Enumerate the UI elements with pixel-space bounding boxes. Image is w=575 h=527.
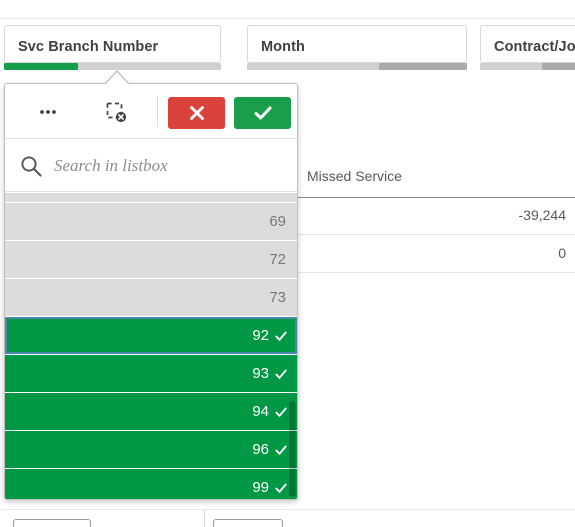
list-item-value: 73 bbox=[269, 289, 286, 306]
list-item[interactable]: 92 bbox=[5, 317, 297, 354]
filter-pane-svc-branch-number[interactable]: Svc Branch Number bbox=[4, 25, 221, 63]
list-item[interactable]: 94 bbox=[5, 393, 297, 430]
table-cell-missed-service: 0 bbox=[558, 245, 566, 261]
list-item[interactable]: 96 bbox=[5, 431, 297, 468]
filter-title-month: Month bbox=[261, 39, 305, 55]
toolbar-divider bbox=[157, 96, 158, 127]
data-table: Missed Service -39,244 0 bbox=[298, 152, 575, 311]
list-item[interactable]: 69 bbox=[5, 203, 297, 240]
filter-pane-contract-job[interactable]: Contract/Job bbox=[480, 25, 575, 63]
table-row[interactable] bbox=[298, 274, 575, 311]
top-pane-hairline bbox=[0, 18, 575, 19]
bottom-filter-pane-right[interactable] bbox=[213, 519, 283, 527]
confirm-selection-button[interactable] bbox=[234, 97, 291, 129]
filter-selection-indicator-svc-branch-number bbox=[4, 63, 78, 70]
list-item-value: 94 bbox=[252, 403, 269, 420]
list-item-value: 99 bbox=[252, 479, 269, 496]
filter-title-contract-job: Contract/Job bbox=[494, 39, 575, 55]
clear-selection-icon bbox=[106, 102, 127, 122]
clear-selection-button[interactable] bbox=[95, 94, 137, 129]
table-column-header-missed-service[interactable]: Missed Service bbox=[307, 168, 402, 184]
selected-check-icon bbox=[274, 481, 288, 495]
close-icon bbox=[189, 106, 204, 120]
list-item[interactable] bbox=[5, 193, 297, 202]
check-icon bbox=[254, 106, 271, 120]
bottom-filter-pane-left[interactable] bbox=[13, 519, 91, 527]
bottom-pane-hairline bbox=[0, 509, 575, 510]
cancel-selection-button[interactable] bbox=[168, 97, 225, 129]
filter-scrollbar-svc-branch-number[interactable] bbox=[4, 63, 221, 70]
filter-scroll-thumb-month[interactable] bbox=[379, 63, 467, 70]
listbox-scrollbar-thumb[interactable] bbox=[289, 401, 296, 497]
filter-title-svc-branch-number: Svc Branch Number bbox=[18, 39, 159, 55]
list-item[interactable]: 93 bbox=[5, 355, 297, 392]
table-header-row: Missed Service bbox=[298, 152, 575, 198]
selected-check-icon bbox=[274, 367, 288, 381]
selected-check-icon bbox=[274, 443, 288, 457]
list-item[interactable]: 99 bbox=[5, 469, 297, 499]
selected-check-icon bbox=[274, 405, 288, 419]
ellipsis-icon bbox=[40, 109, 56, 114]
list-item-value: 92 bbox=[252, 327, 269, 344]
listbox-toolbar bbox=[5, 84, 297, 139]
search-icon bbox=[19, 154, 43, 183]
list-item-value: 96 bbox=[252, 441, 269, 458]
bottom-pane-divider bbox=[204, 510, 205, 527]
more-options-button[interactable] bbox=[27, 94, 69, 129]
search-input[interactable] bbox=[52, 139, 291, 192]
filter-scrollbar-month[interactable] bbox=[247, 63, 467, 70]
table-cell-missed-service: -39,244 bbox=[518, 207, 566, 223]
listbox-value-list[interactable]: 69 72 73 92 93 94 96 99 bbox=[5, 193, 297, 499]
listbox-popup-svc-branch-number: 69 72 73 92 93 bbox=[4, 83, 298, 500]
list-item-value: 93 bbox=[252, 365, 269, 382]
list-item-value: 72 bbox=[269, 251, 286, 268]
popup-callout-arrow bbox=[104, 70, 130, 84]
filter-scroll-thumb-contract-job[interactable] bbox=[541, 63, 575, 70]
table-row[interactable]: 0 bbox=[298, 236, 575, 273]
selected-check-icon bbox=[274, 329, 288, 343]
list-item[interactable]: 73 bbox=[5, 279, 297, 316]
filter-scrollbar-contract-job[interactable] bbox=[480, 63, 575, 70]
table-row[interactable]: -39,244 bbox=[298, 198, 575, 235]
filter-pane-month[interactable]: Month bbox=[247, 25, 467, 63]
listbox-search-bar[interactable] bbox=[5, 139, 297, 192]
list-item[interactable]: 72 bbox=[5, 241, 297, 278]
list-item-value: 69 bbox=[269, 213, 286, 230]
app-canvas: Svc Branch Number Month Contract/Job Mis… bbox=[0, 0, 575, 527]
